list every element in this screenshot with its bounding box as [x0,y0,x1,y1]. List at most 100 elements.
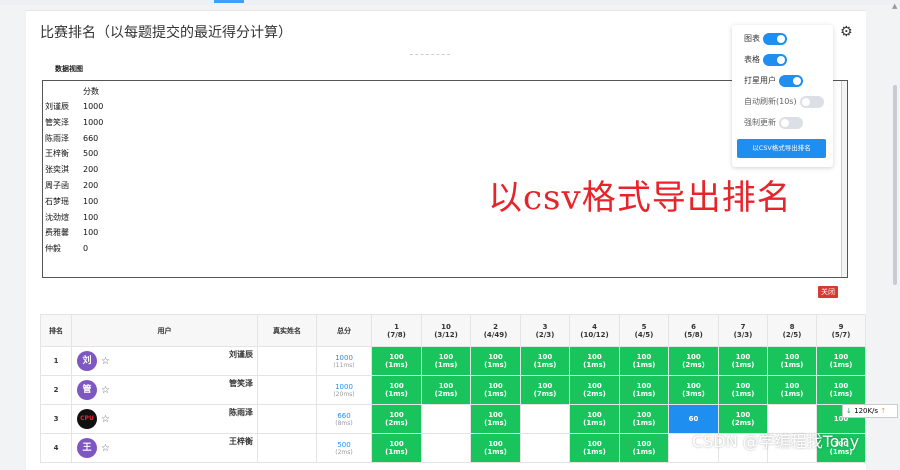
textarea-scrollbar[interactable] [841,81,847,277]
avatar[interactable]: 刘 [77,351,97,371]
top-tab-bar [0,0,900,5]
data-view-name: 石梦瑶 [45,196,69,206]
col-problem[interactable]: 3 (2/3) [520,314,570,347]
col-problem[interactable]: 1 (7/8) [371,314,422,347]
problem-cell: 100 (1ms) [470,433,521,463]
problem-ratio: (2/5) [782,330,802,339]
watermark: CSDN @学编程找Tony [692,432,860,451]
cell-score: 100 [784,353,800,361]
cell-score: 100 [587,382,602,390]
page-scrollbar[interactable] [893,85,897,285]
cell-time: (1ms) [533,361,557,369]
realname-cell [257,346,317,376]
star-icon[interactable]: ☆ [101,414,110,425]
total-time: (2ms) [335,448,353,456]
problem-id: 5 [641,322,647,331]
setting-row: 自动刷新(10s) [744,95,824,109]
total-score[interactable]: 660 [337,412,350,420]
toggle-switch[interactable] [763,32,787,45]
data-view-score: 100 [83,196,99,206]
data-view-row: 石梦瑶 100 [45,196,98,208]
cell-score: 100 [389,411,404,419]
data-view-score: 1000 [83,117,104,127]
col-problem[interactable]: 8 (2/5) [767,314,817,347]
data-view-name: 王梓衡 [45,149,69,159]
problem-id: 2 [493,322,498,331]
cell-time: (1ms) [632,448,656,456]
toggle-switch[interactable] [779,116,803,129]
total-score[interactable]: 1000 [335,354,353,362]
avatar[interactable]: 管 [77,380,97,400]
gear-icon[interactable]: ⚙ [840,24,853,40]
cell-time: (1ms) [484,390,507,398]
toggle-switch[interactable] [799,95,824,108]
col-problem[interactable]: 6 (5/8) [668,314,719,347]
toggle-switch[interactable] [779,74,803,87]
total-score[interactable]: 500 [337,441,350,449]
problem-cell: 100 (1ms) [421,346,471,376]
rank-cell: 4 [40,433,72,463]
cell-score: 100 [537,382,553,390]
total-time: (8ms) [335,419,353,427]
problem-id: 9 [838,322,844,331]
problem-ratio: (2/3) [535,330,555,339]
avatar[interactable]: 王 [77,438,97,458]
export-csv-button[interactable]: 以CSV格式导出排名 [737,139,826,158]
scroll-up-arrow[interactable]: ▲ [892,2,897,10]
data-view-row: 费雅馨 100 [45,227,98,239]
user-cell: 王 ☆ 王梓衡 [71,433,258,463]
speed-value: 120K/s [854,407,879,415]
col-problem[interactable]: 10 (3/12) [421,314,471,347]
problem-id: 1 [394,322,399,331]
problem-ratio: (3/12) [434,330,458,339]
problem-cell: 100 (1ms) [619,433,669,463]
problem-ratio: (4/5) [634,330,654,339]
cell-time: (1ms) [583,448,606,456]
problem-cell: 100 (1ms) [619,404,669,434]
data-view-name: 沈劲煊 [45,212,69,222]
cell-score: 100 [686,353,701,361]
col-problem[interactable]: 9 (5/7) [816,314,866,347]
cell-time: (1ms) [484,361,507,369]
problem-cell: 100 (2ms) [569,375,620,405]
data-view-name: 仲毅 [45,244,61,254]
user-name[interactable]: 刘谨辰 [229,349,253,360]
problem-cell: 100 (7ms) [520,375,570,405]
col-problem[interactable]: 5 (4/5) [619,314,669,347]
data-view-row: 陈雨泽 660 [45,133,98,145]
toggle-switch[interactable] [763,53,787,66]
col-problem[interactable]: 2 (4/49) [470,314,521,347]
problem-cell: 100 (1ms) [371,433,422,463]
problem-cell: 100 (1ms) [816,375,866,405]
problem-cell: 100 (1ms) [569,404,620,434]
cell-score: 100 [438,382,454,390]
star-icon[interactable]: ☆ [101,443,110,454]
cell-time: (1ms) [632,419,656,427]
star-icon[interactable]: ☆ [101,385,110,396]
cell-time: (1ms) [829,390,853,398]
cell-score: 100 [488,440,503,448]
close-button[interactable]: 关闭 [818,286,838,298]
total-score[interactable]: 1000 [335,383,353,391]
cell-score: 100 [833,382,849,390]
problem-cell [421,404,471,434]
problem-cell: 100 (1ms) [470,346,521,376]
upload-arrow-icon: ↑ [880,407,887,415]
cell-score: 100 [488,382,503,390]
cell-score: 60 [688,415,699,423]
problem-id: 3 [542,322,548,331]
data-view-name: 刘谨辰 [45,102,69,111]
cell-time: (1ms) [632,390,656,398]
col-problem[interactable]: 7 (3/3) [718,314,768,347]
col-problem[interactable]: 4 (10/12) [569,314,620,347]
col-realname: 真实姓名 [257,314,317,347]
star-icon[interactable]: ☆ [101,356,110,367]
user-name[interactable]: 王梓衡 [229,436,253,447]
problem-cell: 100 (1ms) [767,375,817,405]
user-name[interactable]: 管笑泽 [229,378,253,389]
cell-time: (1ms) [583,361,606,369]
user-name[interactable]: 陈雨泽 [229,407,253,418]
avatar[interactable]: CPU [77,409,97,429]
problem-cell: 100 (1ms) [619,375,669,405]
setting-label: 图表 [744,34,760,43]
